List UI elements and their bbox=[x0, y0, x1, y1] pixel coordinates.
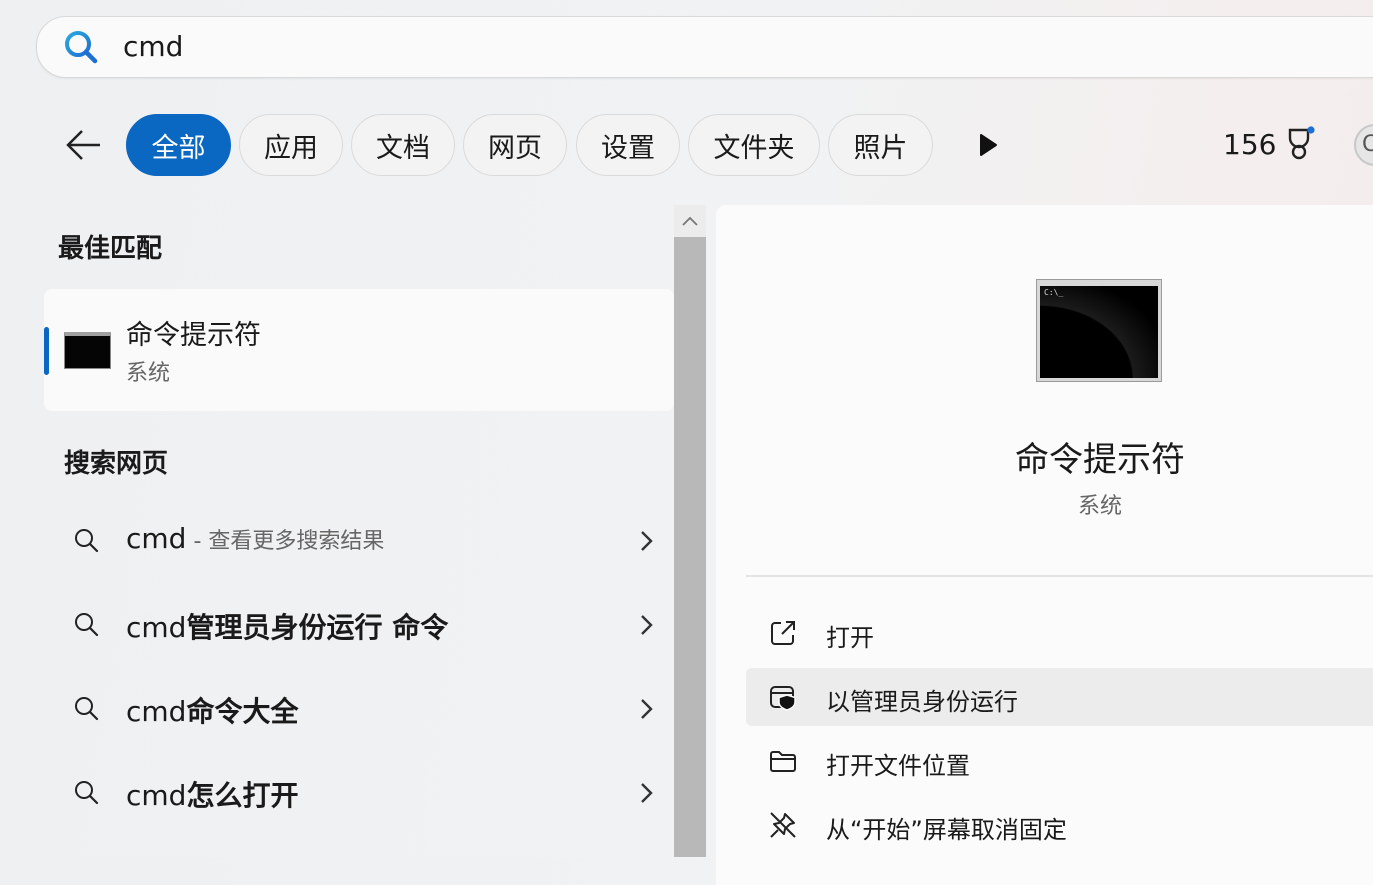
back-button[interactable] bbox=[62, 122, 108, 168]
web-search-item[interactable]: cmd管理员身份运行 命令 bbox=[60, 594, 670, 654]
best-match-item[interactable]: 命令提示符 系统 bbox=[44, 289, 674, 411]
filter-documents[interactable]: 文档 bbox=[351, 114, 455, 176]
search-icon bbox=[72, 694, 100, 726]
unpin-icon bbox=[768, 810, 798, 844]
action-unpin-from-start[interactable]: 从“开始”屏幕取消固定 bbox=[746, 796, 1373, 854]
preview-subtitle: 系统 bbox=[1077, 494, 1122, 519]
chevron-right-icon[interactable] bbox=[636, 696, 658, 726]
command-prompt-large-icon: C:\_ bbox=[1036, 279, 1162, 382]
web-search-text: cmd管理员身份运行 命令 bbox=[126, 611, 449, 644]
best-match-name: 命令提示符 bbox=[126, 320, 261, 351]
chevron-right-icon[interactable] bbox=[636, 612, 658, 642]
selection-indicator bbox=[44, 327, 49, 375]
command-prompt-icon bbox=[64, 332, 111, 369]
filter-apps[interactable]: 应用 bbox=[239, 114, 343, 176]
more-filters-button[interactable] bbox=[972, 130, 1002, 160]
web-search-text: cmd - 查看更多搜索结果 bbox=[126, 522, 385, 555]
filter-web[interactable]: 网页 bbox=[463, 114, 567, 176]
web-search-item[interactable]: cmd怎么打开 bbox=[60, 762, 670, 822]
filter-folders[interactable]: 文件夹 bbox=[688, 114, 820, 176]
scroll-up-button[interactable] bbox=[674, 205, 706, 237]
chevron-up-icon bbox=[682, 216, 698, 226]
web-search-item[interactable]: cmd - 查看更多搜索结果 bbox=[60, 510, 670, 570]
rewards-trophy-icon[interactable] bbox=[1282, 126, 1318, 168]
play-arrow-icon bbox=[980, 134, 997, 156]
filter-photos[interactable]: 照片 bbox=[828, 114, 933, 176]
filter-settings[interactable]: 设置 bbox=[576, 114, 680, 176]
avatar[interactable]: C bbox=[1354, 124, 1373, 166]
search-box[interactable]: cmd bbox=[36, 16, 1373, 78]
search-input[interactable]: cmd bbox=[123, 30, 183, 63]
action-open-file-location[interactable]: 打开文件位置 bbox=[746, 732, 1373, 790]
web-search-heading: 搜索网页 bbox=[64, 449, 169, 479]
open-external-icon bbox=[768, 618, 798, 652]
chevron-right-icon[interactable] bbox=[636, 780, 658, 810]
search-icon bbox=[63, 29, 99, 69]
search-icon bbox=[72, 610, 100, 642]
search-icon bbox=[72, 526, 100, 558]
folder-icon bbox=[768, 746, 798, 780]
web-search-item[interactable]: cmd命令大全 bbox=[60, 678, 670, 738]
web-search-text: cmd命令大全 bbox=[126, 695, 299, 728]
chevron-right-icon[interactable] bbox=[636, 528, 658, 558]
best-match-heading: 最佳匹配 bbox=[58, 234, 163, 264]
preview-title: 命令提示符 bbox=[1015, 440, 1185, 480]
rewards-points: 156 bbox=[1223, 128, 1277, 161]
filter-all[interactable]: 全部 bbox=[126, 114, 231, 176]
results-scrollbar[interactable] bbox=[674, 205, 706, 857]
divider bbox=[746, 575, 1373, 577]
web-search-text: cmd怎么打开 bbox=[126, 779, 299, 812]
action-open[interactable]: 打开 bbox=[746, 604, 1373, 662]
best-match-type: 系统 bbox=[126, 361, 171, 386]
search-icon bbox=[72, 778, 100, 810]
back-arrow-icon bbox=[66, 130, 100, 160]
action-run-as-admin[interactable]: 以管理员身份运行 bbox=[746, 668, 1373, 726]
admin-shield-icon bbox=[768, 682, 798, 716]
